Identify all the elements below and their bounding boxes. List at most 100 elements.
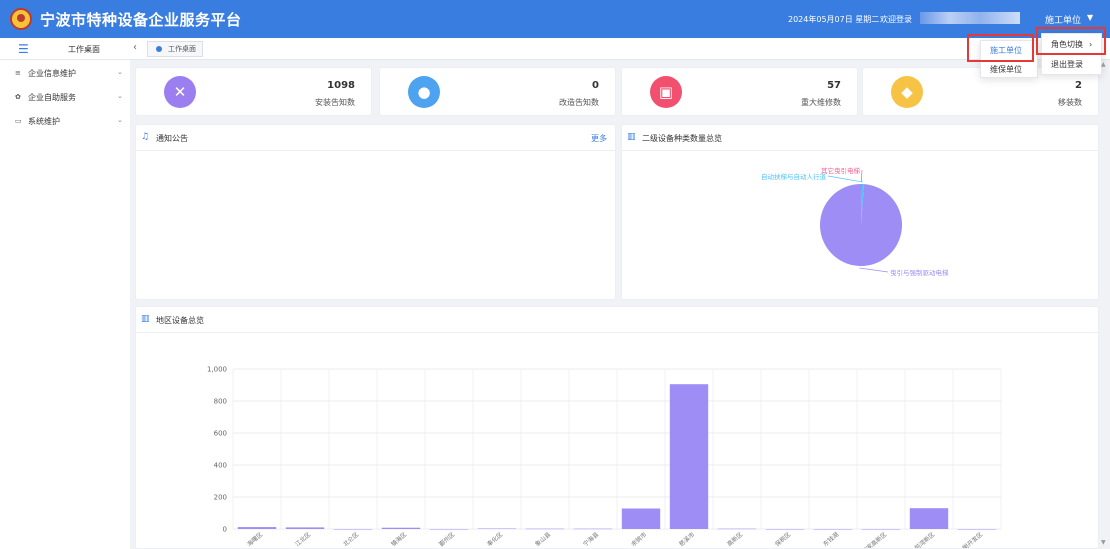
highlight-box bbox=[1036, 27, 1106, 55]
stat-value: 2 bbox=[1075, 80, 1082, 91]
sidebar: ≡ 企业信息维护 ⌄ ✿ 企业自助服务 ⌄ ▭ 系统维护 ⌄ bbox=[0, 60, 130, 549]
bar[interactable] bbox=[333, 529, 373, 530]
highlight-box bbox=[967, 34, 1034, 62]
bar[interactable] bbox=[621, 508, 661, 529]
sidebar-item-label: 企业信息维护 bbox=[28, 69, 76, 78]
bar[interactable] bbox=[237, 527, 277, 529]
chevron-down-icon: ⌄ bbox=[117, 68, 123, 76]
sidebar-item-company-info[interactable]: ≡ 企业信息维护 ⌄ bbox=[0, 62, 130, 84]
stat-value: 0 bbox=[592, 80, 599, 91]
bulb-icon: ● bbox=[408, 76, 440, 108]
current-date: 2024年05月07日 星期二 bbox=[788, 15, 880, 24]
welcome-text: 欢迎登录 bbox=[880, 15, 912, 24]
bar-chart-icon: ▥ bbox=[627, 132, 636, 142]
bar[interactable] bbox=[573, 528, 613, 530]
bar[interactable] bbox=[861, 529, 901, 530]
caret-down-icon[interactable]: ▼ bbox=[1087, 13, 1093, 22]
scroll-down-arrow[interactable]: ▼ bbox=[1101, 539, 1106, 546]
y-tick-label: 400 bbox=[214, 462, 227, 470]
sidebar-item-label: 系统维护 bbox=[28, 117, 60, 126]
bar[interactable] bbox=[813, 529, 853, 530]
y-tick-label: 600 bbox=[214, 430, 227, 438]
panel-title: 二级设备种类数量总览 bbox=[642, 134, 722, 143]
role-selector[interactable]: 施工单位 bbox=[1045, 13, 1081, 26]
chevron-down-icon: ⌄ bbox=[117, 116, 123, 124]
x-tick-label: 北仑区 bbox=[341, 530, 360, 548]
x-tick-label: 奉化区 bbox=[485, 530, 504, 548]
sidebar-item-system[interactable]: ▭ 系统维护 ⌄ bbox=[0, 110, 130, 132]
redacted-username bbox=[920, 12, 1020, 24]
stat-label: 重大维修数 bbox=[801, 98, 841, 107]
stat-card-modify[interactable]: ● 0 改造告知数 bbox=[379, 67, 616, 116]
gear-icon: ✿ bbox=[15, 93, 21, 101]
more-link[interactable]: 更多 bbox=[591, 133, 607, 144]
chevron-left-icon[interactable]: ‹ bbox=[133, 42, 137, 53]
pie-chart[interactable]: 其它曳引电梯自动扶梯与自动人行道曳引与强制驱动电梯 bbox=[622, 151, 1098, 299]
x-tick-label: 宁海县 bbox=[581, 530, 600, 548]
panel-header: ♫ 通知公告 更多 bbox=[136, 125, 615, 151]
bar[interactable] bbox=[717, 528, 757, 530]
top-header: 宁波市特种设备企业服务平台 2024年05月07日 星期二 欢迎登录 施工单位 … bbox=[0, 0, 1110, 38]
bell-icon: ♫ bbox=[141, 132, 150, 142]
sidebar-item-label: 企业自助服务 bbox=[28, 93, 76, 102]
bar[interactable] bbox=[525, 528, 565, 530]
x-tick-label: 镇海区 bbox=[389, 530, 408, 548]
chevron-down-icon: ⌄ bbox=[117, 92, 123, 100]
x-tick-label: 国家高新区 bbox=[860, 530, 888, 548]
x-tick-label: 大榭开发区 bbox=[956, 530, 984, 548]
x-tick-label: 余姚市 bbox=[629, 530, 648, 548]
bar[interactable] bbox=[957, 529, 997, 530]
stat-value: 57 bbox=[827, 80, 841, 91]
bar[interactable] bbox=[765, 529, 805, 530]
stat-label: 安装告知数 bbox=[315, 98, 355, 107]
bar[interactable] bbox=[909, 508, 949, 529]
calendar-icon: ▣ bbox=[650, 76, 682, 108]
notice-panel: ♫ 通知公告 更多 bbox=[135, 124, 616, 300]
monitor-icon: ▭ bbox=[15, 117, 22, 125]
bar[interactable] bbox=[429, 529, 469, 530]
menu-toggle-icon[interactable]: ☰ bbox=[18, 42, 29, 56]
x-tick-label: 东钱湖 bbox=[821, 530, 840, 548]
bar-chart[interactable]: 0 200 400 600 800 1,000 海曙区 江北区 北仑区 镇海区 鄞州区 奉化区 象山县 宁… bbox=[136, 307, 1098, 548]
menu-item-maintenance[interactable]: 维保单位 bbox=[981, 60, 1037, 80]
x-tick-label: 海曙区 bbox=[245, 530, 264, 548]
y-tick-label: 800 bbox=[214, 398, 227, 406]
pie-label-line bbox=[860, 169, 863, 183]
panel-title: 通知公告 bbox=[156, 134, 188, 143]
app-title: 宁波市特种设备企业服务平台 bbox=[40, 11, 242, 29]
tools-icon: ✕ bbox=[164, 76, 196, 108]
stat-label: 移装数 bbox=[1058, 98, 1082, 107]
bar[interactable] bbox=[669, 384, 709, 529]
x-tick-label: 鄞州区 bbox=[437, 530, 456, 548]
y-tick-label: 200 bbox=[214, 494, 227, 502]
pie-slice-label: 其它曳引电梯 bbox=[821, 166, 861, 175]
stat-label: 改造告知数 bbox=[559, 98, 599, 107]
x-tick-label: 江北区 bbox=[293, 530, 312, 548]
pie-slice[interactable] bbox=[820, 184, 902, 266]
equipment-type-panel: ▥ 二级设备种类数量总览 其它曳引电梯 自动扶梯与自动人行道 曳引与强制驱动电梯 bbox=[621, 124, 1099, 300]
bar[interactable] bbox=[477, 528, 517, 530]
x-tick-label: 高新区 bbox=[725, 530, 744, 548]
active-dot-icon bbox=[156, 46, 162, 52]
pie-label-line bbox=[859, 267, 889, 273]
sidebar-item-self-service[interactable]: ✿ 企业自助服务 ⌄ bbox=[0, 86, 130, 108]
menu-item-logout[interactable]: 退出登录 bbox=[1042, 55, 1101, 75]
tags-bar: ☰ 工作桌面 ‹ 工作桌面 bbox=[0, 38, 1110, 60]
scroll-up-arrow[interactable]: ▲ bbox=[1101, 61, 1106, 68]
panel-header: ▥ 二级设备种类数量总览 bbox=[622, 125, 1098, 151]
y-tick-label: 1,000 bbox=[207, 366, 227, 374]
pie-label-line bbox=[827, 175, 863, 183]
x-tick-label: 象山县 bbox=[533, 530, 552, 548]
bar[interactable] bbox=[381, 527, 421, 529]
stat-card-repair[interactable]: ▣ 57 重大维修数 bbox=[621, 67, 858, 116]
stat-value: 1098 bbox=[327, 80, 355, 91]
pie-slice-label: 自动扶梯与自动人行道 bbox=[761, 172, 827, 181]
nav-title: 工作桌面 bbox=[68, 45, 100, 54]
bar[interactable] bbox=[285, 527, 325, 529]
y-tick-label: 0 bbox=[223, 526, 227, 534]
stat-card-install[interactable]: ✕ 1098 安装告知数 bbox=[135, 67, 372, 116]
database-icon: ≡ bbox=[15, 69, 21, 77]
tab-label: 工作桌面 bbox=[168, 45, 196, 53]
x-tick-label: 慈溪市 bbox=[677, 530, 696, 548]
tab-workbench[interactable]: 工作桌面 bbox=[147, 41, 203, 57]
